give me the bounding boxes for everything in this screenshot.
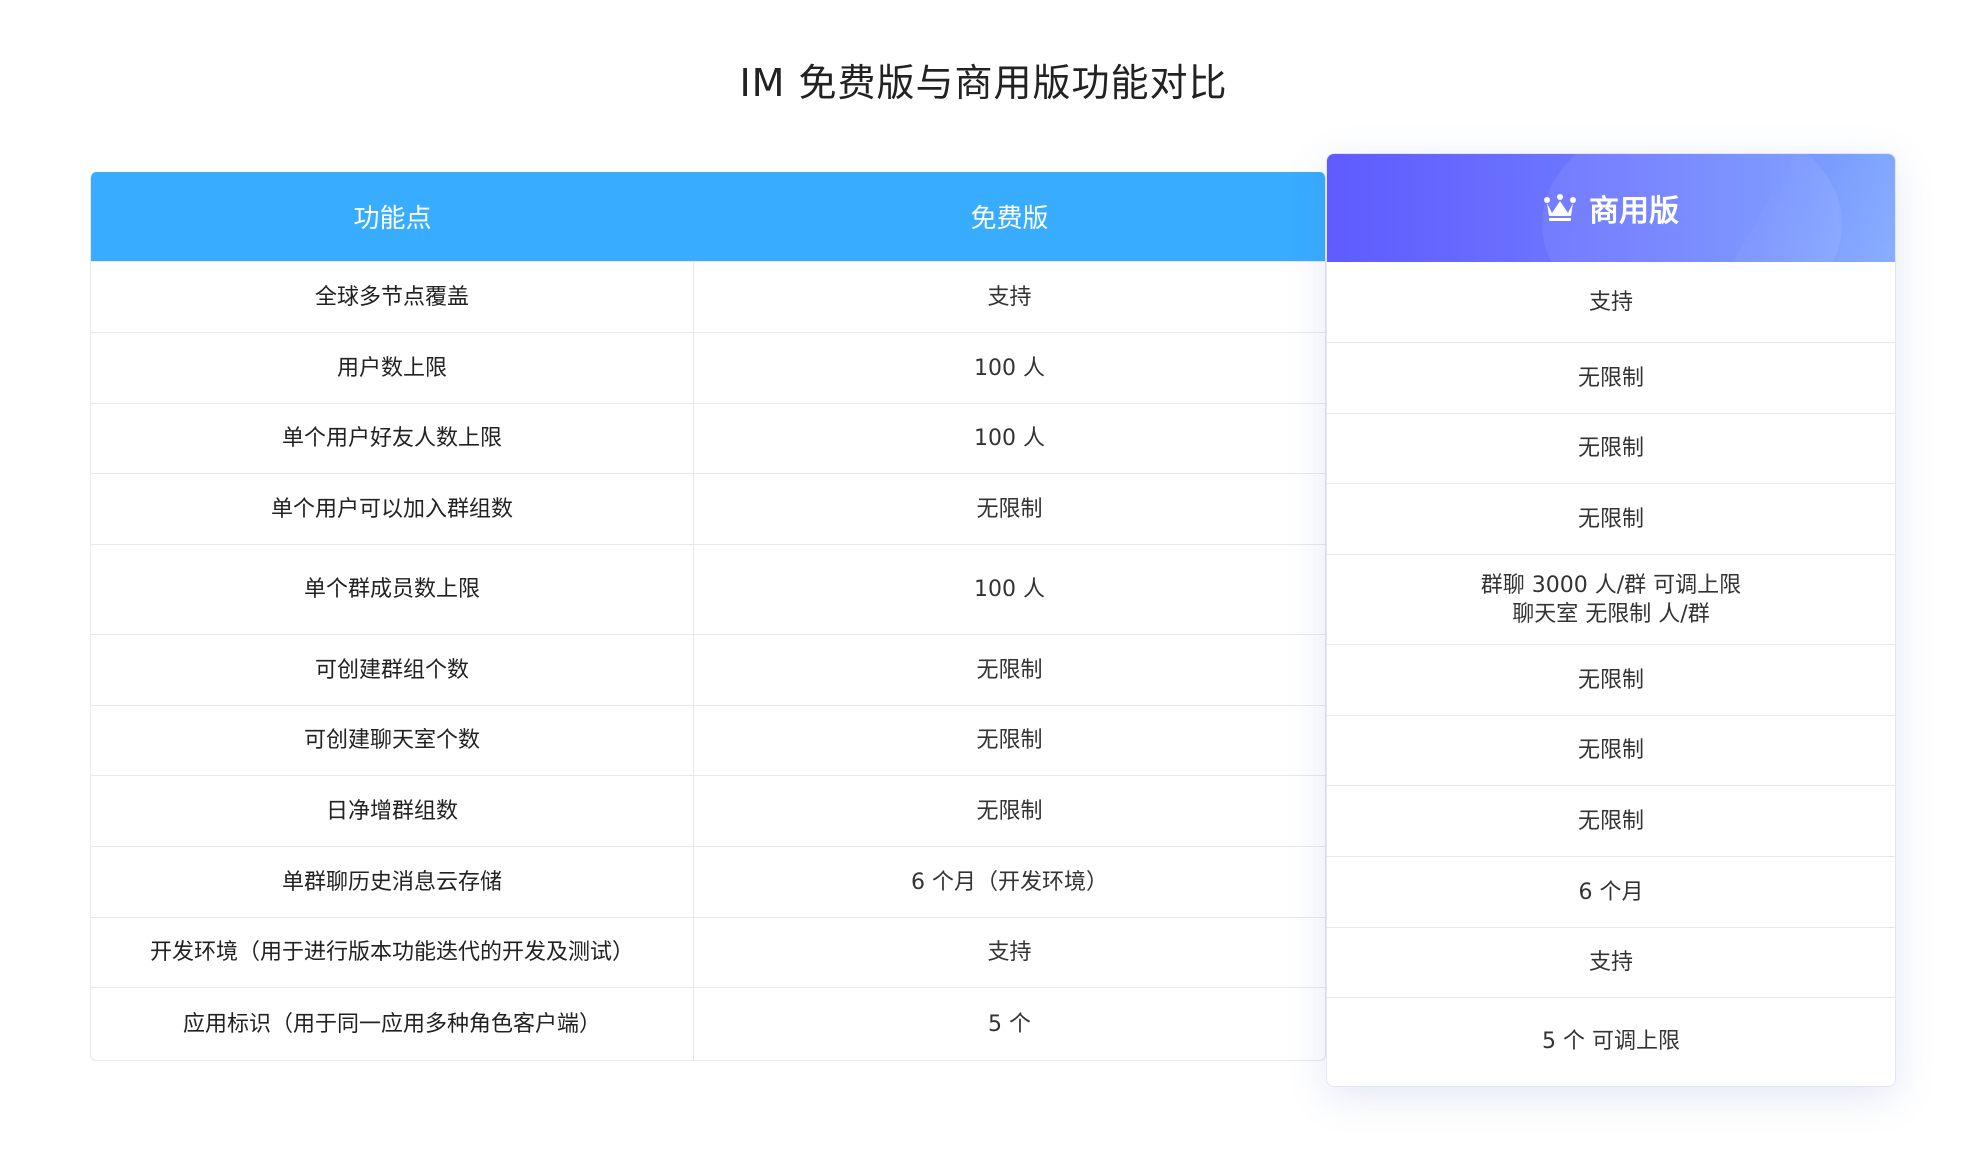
feature-cell: 日净增群组数	[91, 776, 695, 846]
free-cell: 100 人	[974, 426, 1046, 451]
free-cell: 5 个	[988, 1011, 1032, 1037]
table-row: 单群聊历史消息云存储 6 个月（开发环境）	[91, 846, 1325, 917]
page-title: IM 免费版与商用版功能对比	[739, 61, 1228, 105]
comparison-table: 功能点 免费版 全球多节点覆盖 支持 用户数上限 100 人 单个用户好友人数上…	[90, 172, 1326, 1061]
pro-cell: 支持	[1327, 927, 1895, 997]
table-row: 日净增群组数 无限制	[91, 775, 1325, 846]
feature-cell: 可创建群组个数	[91, 635, 695, 705]
feature-cell: 开发环境（用于进行版本功能迭代的开发及测试）	[91, 918, 695, 987]
free-cell: 支持	[987, 284, 1032, 310]
table-row: 单个群成员数上限 100 人	[91, 544, 1325, 634]
pro-cell: 无限制	[1327, 644, 1895, 715]
pro-cell: 无限制	[1327, 785, 1895, 856]
free-cell: 无限制	[976, 657, 1043, 683]
feature-cell: 可创建聊天室个数	[91, 706, 695, 775]
header-feature: 功能点	[353, 204, 432, 234]
feature-cell: 用户数上限	[91, 333, 695, 403]
table-row: 开发环境（用于进行版本功能迭代的开发及测试） 支持	[91, 917, 1325, 987]
table-row: 可创建群组个数 无限制	[91, 634, 1325, 705]
free-cell: 6 个月（开发环境）	[911, 869, 1109, 895]
free-cell: 100 人	[974, 577, 1046, 602]
table-row: 用户数上限 100 人	[91, 332, 1325, 403]
feature-cell: 应用标识（用于同一应用多种角色客户端）	[91, 988, 695, 1060]
pro-cell-line: 群聊 3000 人/群 可调上限	[1480, 572, 1742, 598]
feature-cell: 单个用户可以加入群组数	[91, 474, 695, 544]
pro-plan-title: 商用版	[1543, 186, 1679, 230]
crown-icon	[1543, 194, 1577, 222]
free-cell: 无限制	[976, 728, 1043, 753]
pro-plan-label: 商用版	[1589, 194, 1679, 229]
free-cell: 无限制	[976, 496, 1043, 522]
pro-plan-card: 商用版 支持 无限制 无限制 无限制 群聊 3000 人/群 可调上限 聊天室 …	[1326, 153, 1896, 1087]
pro-cell: 支持	[1588, 289, 1633, 315]
table-header: 功能点 免费版	[91, 172, 1325, 261]
pro-cell: 5 个 可调上限	[1327, 997, 1895, 1085]
header-free: 免费版	[970, 204, 1049, 234]
feature-cell: 单个群成员数上限	[91, 545, 695, 634]
pro-cell: 无限制	[1327, 342, 1895, 413]
pro-cell: 无限制	[1327, 715, 1895, 785]
free-cell: 无限制	[976, 798, 1043, 824]
pro-cell: 无限制	[1327, 483, 1895, 554]
pro-cell-line: 聊天室 无限制 人/群	[1512, 601, 1710, 627]
pro-cell-multiline: 群聊 3000 人/群 可调上限 聊天室 无限制 人/群	[1327, 554, 1895, 644]
pro-cell: 6 个月	[1327, 856, 1895, 927]
free-cell: 100 人	[974, 355, 1046, 381]
feature-cell: 全球多节点覆盖	[91, 262, 695, 332]
table-row: 全球多节点覆盖 支持	[91, 261, 1325, 332]
table-row: 可创建聊天室个数 无限制	[91, 705, 1325, 775]
table-row: 单个用户好友人数上限 100 人	[91, 403, 1325, 473]
pro-cell: 无限制	[1327, 413, 1895, 483]
feature-cell: 单个用户好友人数上限	[91, 404, 695, 473]
table-row: 单个用户可以加入群组数 无限制	[91, 473, 1325, 544]
free-cell: 支持	[987, 940, 1032, 965]
pro-plan-header: 商用版	[1327, 154, 1895, 262]
feature-cell: 单群聊历史消息云存储	[91, 847, 695, 917]
table-row: 应用标识（用于同一应用多种角色客户端） 5 个	[91, 987, 1325, 1060]
